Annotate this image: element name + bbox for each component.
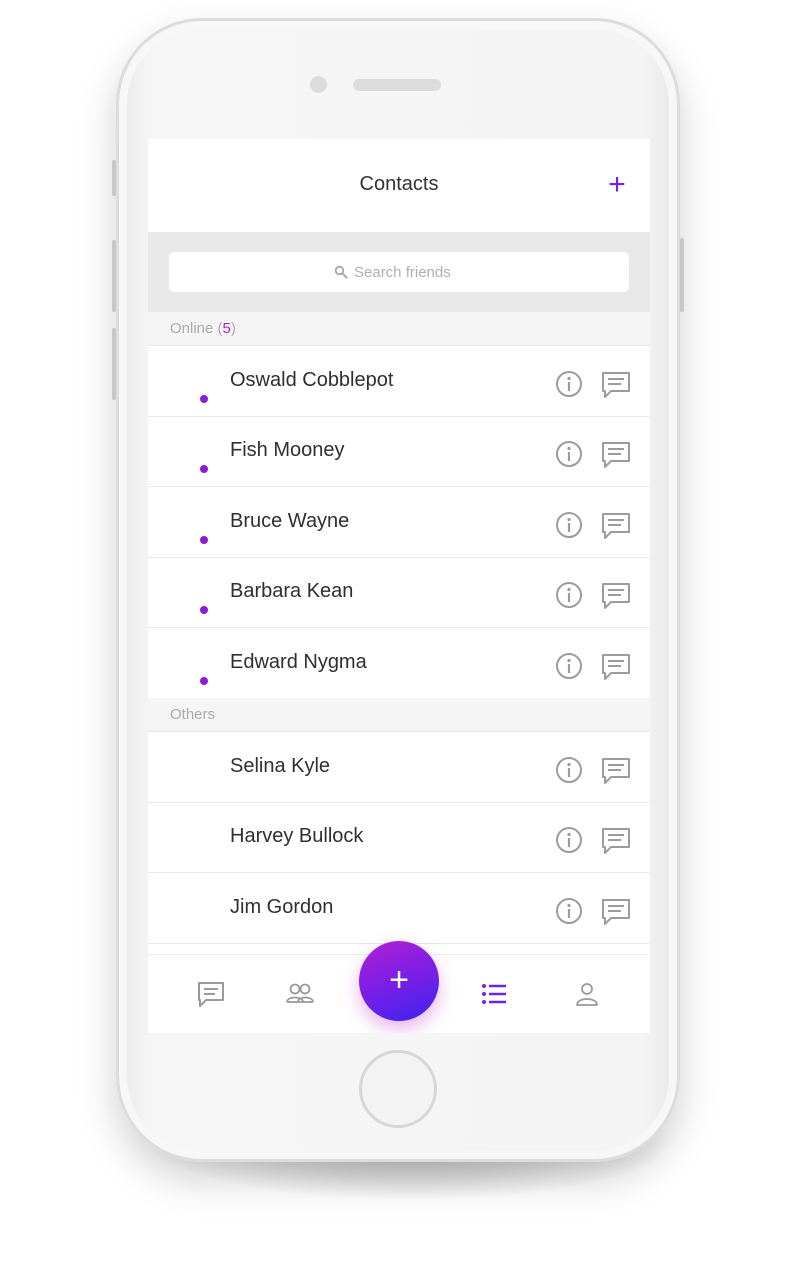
message-icon[interactable] [601,581,631,611]
compose-fab-button[interactable]: + [359,941,439,1021]
info-icon[interactable] [555,756,583,784]
online-status-dot [200,465,208,474]
contact-row[interactable]: Harvey Bullock [148,803,650,874]
profile-icon[interactable] [572,979,602,1009]
contact-name: Harvey Bullock [230,825,364,848]
contact-row[interactable]: Edward Nygma [148,628,650,699]
info-icon[interactable] [555,581,583,609]
message-icon[interactable] [601,440,631,470]
contact-row[interactable]: Bruce Wayne [148,487,650,558]
app-header: Contacts + [148,139,650,232]
contact-row[interactable]: Barbara Kean [148,558,650,629]
contact-name: Jim Gordon [230,895,334,918]
group-icon[interactable] [285,979,315,1009]
power-button [680,238,684,312]
message-icon[interactable] [601,897,631,927]
contact-row[interactable]: Jim Gordon [148,873,650,944]
home-button[interactable] [359,1050,437,1128]
search-icon [334,265,348,279]
contact-name: Oswald Cobblepot [230,369,394,391]
list-icon[interactable] [479,979,509,1009]
online-status-dot [200,606,208,615]
contact-row[interactable]: Oswald Cobblepot [148,347,650,417]
contact-name: Bruce Wayne [230,509,350,532]
info-icon[interactable] [555,897,583,925]
message-icon[interactable] [601,652,631,682]
search-input[interactable] [354,263,464,281]
contact-name: Edward Nygma [230,650,367,673]
front-camera [310,76,327,93]
info-icon[interactable] [555,511,583,539]
plus-icon: + [389,961,409,999]
search-bar [148,232,650,312]
contact-row[interactable]: Fish Mooney [148,417,650,488]
section-label-others: Others [170,706,216,723]
info-icon[interactable] [555,370,583,398]
online-status-dot [200,535,208,544]
message-icon[interactable] [601,826,631,856]
section-label-online: Online [170,320,214,337]
online-status-dot [200,676,208,685]
contact-name: Selina Kyle [230,755,331,777]
earpiece-speaker [353,79,441,91]
chat-icon[interactable] [196,979,226,1009]
message-icon[interactable] [601,511,631,541]
section-header-online: Online (5) [148,312,650,346]
contact-name: Barbara Kean [230,580,354,603]
info-icon[interactable] [555,440,583,468]
online-count: 5 [222,320,231,337]
add-contact-button[interactable]: + [602,168,632,201]
plus-icon: + [608,168,626,201]
page-title: Contacts [359,173,439,195]
contact-row[interactable]: Selina Kyle [148,733,650,803]
info-icon[interactable] [555,826,583,854]
app-screen: Contacts + Online (5) Oswald Cobblepot Fi… [148,139,650,1033]
search-box[interactable] [169,252,629,292]
online-status-dot [200,395,208,403]
message-icon[interactable] [601,370,631,400]
message-icon[interactable] [601,756,631,786]
info-icon[interactable] [555,652,583,680]
section-header-others: Others [148,698,650,732]
contact-name: Fish Mooney [230,439,345,462]
